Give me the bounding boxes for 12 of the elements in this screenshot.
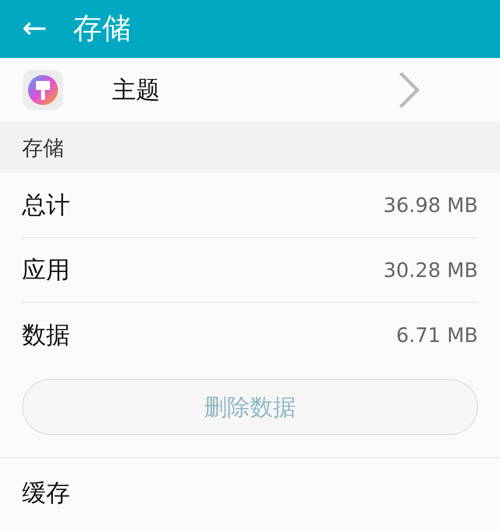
row-label: 总计 bbox=[22, 190, 70, 221]
row-label: 缓存 bbox=[22, 478, 70, 509]
screen-title: 存储 bbox=[73, 10, 132, 47]
row-value: 36.98 MB bbox=[383, 193, 478, 217]
row-label: 应用 bbox=[22, 255, 70, 286]
section-header: 存储 bbox=[22, 134, 64, 162]
theme-label[interactable]: 主题 bbox=[112, 74, 388, 106]
row-value: 6.71 MB bbox=[396, 323, 478, 347]
paintbrush-icon bbox=[22, 69, 64, 111]
row-value: 30.28 MB bbox=[383, 258, 478, 282]
row-label: 数据 bbox=[22, 320, 70, 351]
back-button[interactable]: ← bbox=[22, 14, 48, 44]
